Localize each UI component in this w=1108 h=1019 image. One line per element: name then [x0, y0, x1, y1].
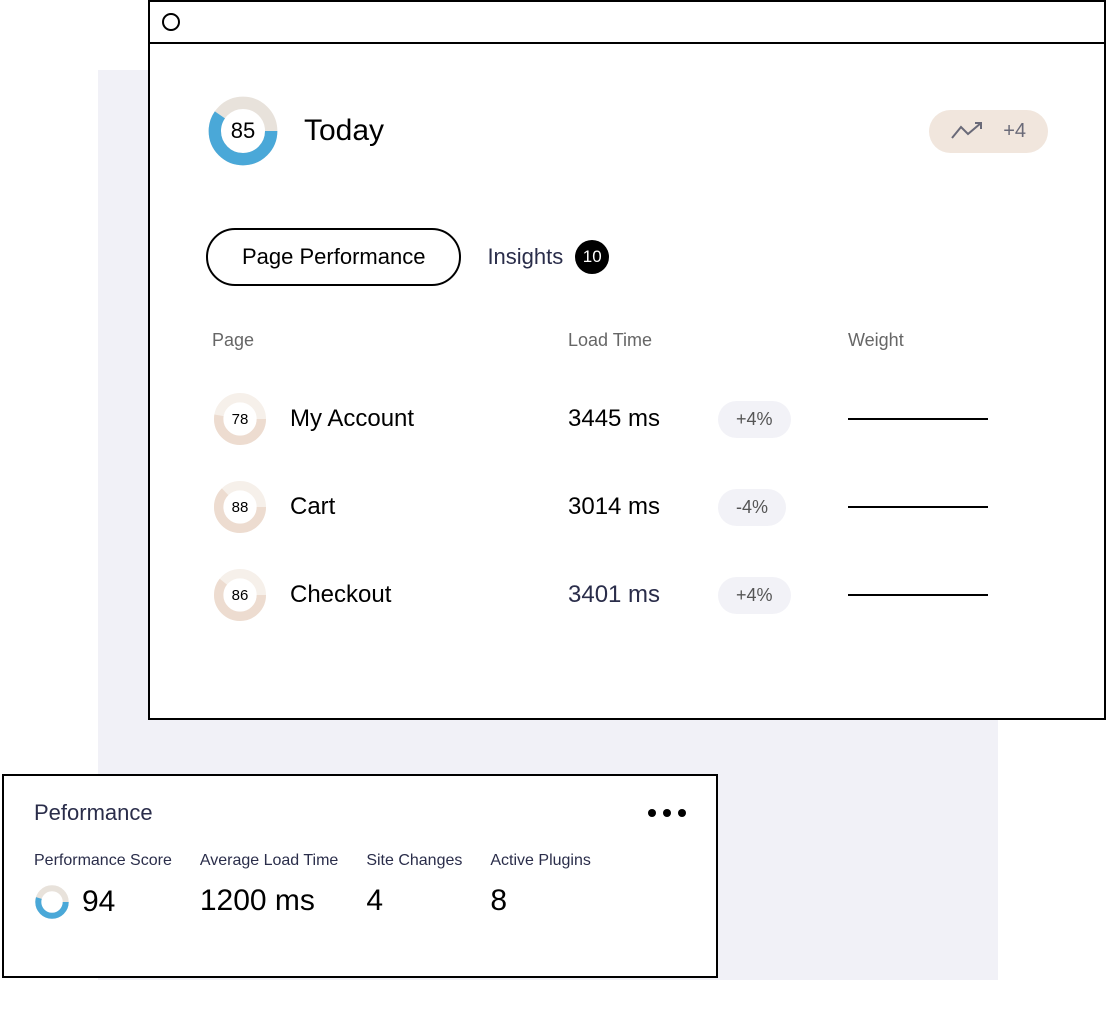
- header-left: 85 Today: [206, 94, 384, 168]
- more-icon[interactable]: [648, 809, 686, 817]
- summary-col: Active Plugins 8: [490, 852, 591, 920]
- summary-value-row: 8: [490, 884, 591, 918]
- summary-value: 8: [490, 884, 507, 918]
- page-name: Cart: [290, 493, 335, 521]
- delta-pill: +4%: [718, 401, 791, 438]
- row-score-value: 86: [232, 587, 249, 604]
- weight-sparkline: [848, 407, 988, 431]
- summary-label: Performance Score: [34, 852, 172, 870]
- weight-sparkline: [848, 583, 988, 607]
- summary-label: Site Changes: [366, 852, 462, 870]
- tabs-row: Page Performance Insights 10: [206, 228, 1048, 286]
- summary-col: Performance Score 94: [34, 852, 172, 920]
- page-name: My Account: [290, 405, 414, 433]
- col-weight: Weight: [848, 330, 1048, 351]
- summary-value-row: 4: [366, 884, 462, 918]
- row-score-value: 78: [232, 411, 249, 428]
- header-title: Today: [304, 114, 384, 148]
- load-time-value: 3014 ms: [568, 493, 718, 521]
- page-performance-table: Page Load Time Weight 78 My Account 3445 m…: [206, 330, 1048, 639]
- summary-value-row: 1200 ms: [200, 884, 338, 918]
- insights-count-badge: 10: [575, 240, 609, 274]
- summary-value: 94: [82, 885, 115, 919]
- summary-value-row: 94: [34, 884, 172, 920]
- delta-pill: +4%: [718, 577, 791, 614]
- overall-score-gauge: 85: [206, 94, 280, 168]
- summary-columns: Performance Score 94 Average Load Time 1200…: [34, 852, 686, 920]
- main-window: 85 Today +4 Page Performance Insights 10: [148, 0, 1106, 720]
- row-score-gauge: 78: [212, 391, 268, 447]
- summary-title: Peformance: [34, 800, 153, 826]
- table-row[interactable]: 88 Cart 3014 ms-4%: [212, 463, 1048, 551]
- row-score-gauge: 86: [212, 567, 268, 623]
- trend-pill[interactable]: +4: [929, 110, 1048, 153]
- window-titlebar: [150, 2, 1104, 44]
- table-header: Page Load Time Weight: [212, 330, 1048, 351]
- summary-col: Site Changes 4: [366, 852, 462, 920]
- main-content: 85 Today +4 Page Performance Insights 10: [150, 44, 1104, 669]
- page-cell: 78 My Account: [212, 391, 568, 447]
- trend-up-icon: [951, 121, 989, 141]
- summary-header: Peformance: [34, 800, 686, 826]
- summary-label: Active Plugins: [490, 852, 591, 870]
- summary-score-gauge: [34, 884, 70, 920]
- summary-col: Average Load Time 1200 ms: [200, 852, 338, 920]
- summary-label: Average Load Time: [200, 852, 338, 870]
- tab-insights[interactable]: Insights 10: [487, 240, 609, 274]
- header-row: 85 Today +4: [206, 94, 1048, 168]
- page-cell: 86 Checkout: [212, 567, 568, 623]
- trend-delta: +4: [1003, 120, 1026, 143]
- tab-page-performance[interactable]: Page Performance: [206, 228, 461, 286]
- window-control-icon[interactable]: [162, 13, 180, 31]
- col-page: Page: [212, 330, 568, 351]
- load-time-value: 3445 ms: [568, 405, 718, 433]
- delta-pill: -4%: [718, 489, 786, 526]
- weight-sparkline: [848, 495, 988, 519]
- row-score-gauge: 88: [212, 479, 268, 535]
- overall-score-value: 85: [231, 118, 255, 144]
- col-load-time: Load Time: [568, 330, 848, 351]
- table-row[interactable]: 86 Checkout 3401 ms+4%: [212, 551, 1048, 639]
- table-row[interactable]: 78 My Account 3445 ms+4%: [212, 375, 1048, 463]
- load-time-value: 3401 ms: [568, 581, 718, 609]
- row-score-value: 88: [232, 499, 249, 516]
- tab-label: Insights: [487, 244, 563, 270]
- summary-value: 4: [366, 884, 383, 918]
- tab-label: Page Performance: [242, 244, 425, 269]
- performance-summary-card: Peformance Performance Score 94 Average Lo…: [2, 774, 718, 978]
- page-cell: 88 Cart: [212, 479, 568, 535]
- summary-value: 1200 ms: [200, 884, 315, 918]
- page-name: Checkout: [290, 581, 391, 609]
